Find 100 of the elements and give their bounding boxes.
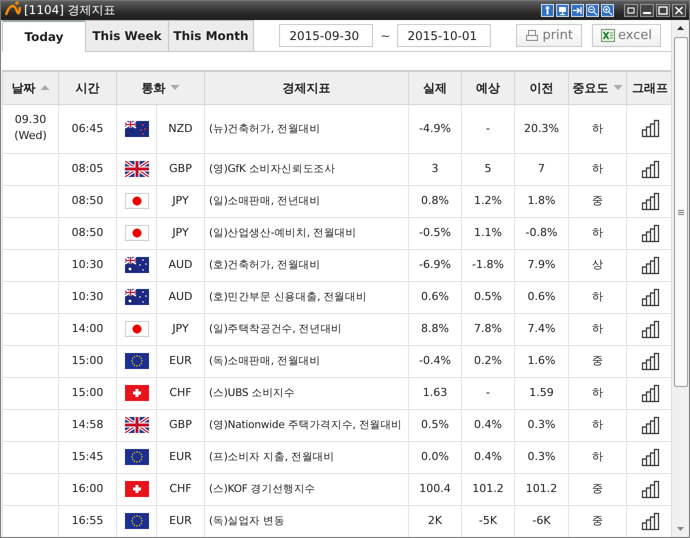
column-header[interactable]: 시간 <box>76 80 100 95</box>
excel-button[interactable]: excel <box>592 24 661 47</box>
tab[interactable]: This Week <box>85 20 169 52</box>
indicator-name: (일)주택착공건수, 전년대비 <box>209 322 342 336</box>
actual-value: -4.9% <box>419 122 451 136</box>
forecast-value: 1.2% <box>474 194 502 208</box>
bar-chart-icon[interactable] <box>640 512 660 530</box>
indicator-name: (호)민간부문 신용대출, 전월대비 <box>209 290 367 304</box>
currency-cell: EUR <box>169 514 192 528</box>
indicator-name: (스)KOF 경기선행지수 <box>209 482 316 496</box>
forecast-value: 7.8% <box>474 322 502 336</box>
actual-value: 100.4 <box>419 482 451 496</box>
actual-value: 2K <box>428 514 442 528</box>
importance-level: 중 <box>592 354 603 368</box>
forecast-value: 0.4% <box>474 450 502 464</box>
previous-value: 0.3% <box>528 450 556 464</box>
indicator-name: (독)실업자 변동 <box>209 514 285 528</box>
currency-cell: GBP <box>169 418 192 432</box>
bar-chart-icon[interactable] <box>640 224 660 242</box>
bar-chart-icon[interactable] <box>640 416 660 434</box>
app-logo-icon <box>4 1 21 17</box>
bar-chart-icon[interactable] <box>640 288 660 306</box>
previous-value: 1.6% <box>528 354 556 368</box>
currency-cell: GBP <box>169 162 192 176</box>
previous-value: 0.6% <box>528 290 556 304</box>
time-cell: 15:00 <box>72 386 104 400</box>
previous-value: -6K <box>532 514 551 528</box>
date-field[interactable]: 2015-09-30 <box>279 24 374 47</box>
importance-level: 중 <box>592 514 603 528</box>
forecast-value: 1.1% <box>474 226 502 240</box>
zoom-out-icon[interactable] <box>586 4 599 17</box>
close-icon[interactable] <box>672 4 686 17</box>
currency-cell: CHF <box>169 482 192 496</box>
currency-cell: JPY <box>172 226 189 240</box>
indicator-name: (영)Nationwide 주택가격지수, 전월대비 <box>209 418 402 432</box>
currency-cell: JPY <box>172 322 189 336</box>
scrollbar-thumb[interactable] <box>674 37 688 387</box>
bar-chart-icon[interactable] <box>640 320 660 338</box>
print-button[interactable]: print <box>516 24 582 47</box>
importance-level: 하 <box>592 450 603 464</box>
indicator-name: (뉴)건축허가, 전월대비 <box>209 122 320 136</box>
range-separator: ~ <box>380 28 390 42</box>
grip-icon <box>676 210 684 214</box>
bar-chart-icon[interactable] <box>640 480 660 498</box>
indicator-name: (일)산업생산-예비치, 전월대비 <box>209 226 356 240</box>
importance-level: 하 <box>592 418 603 432</box>
time-cell: 16:55 <box>72 514 104 528</box>
forecast-value: - <box>486 122 490 136</box>
minimize-icon[interactable] <box>640 4 654 17</box>
scroll-down-icon <box>676 526 685 532</box>
spreadsheet-icon <box>601 29 615 42</box>
monitor-icon[interactable] <box>556 4 569 17</box>
time-cell: 10:30 <box>72 258 104 272</box>
actual-value: -0.5% <box>419 226 451 240</box>
actual-value: 3 <box>432 162 438 176</box>
info-icon[interactable] <box>541 4 554 17</box>
tab[interactable]: Today <box>2 20 86 52</box>
time-cell: 16:00 <box>72 482 104 496</box>
time-cell: 14:00 <box>72 322 104 336</box>
currency-cell: EUR <box>169 354 192 368</box>
importance-level: 하 <box>592 386 603 400</box>
actual-value: 1.63 <box>422 386 448 400</box>
zoom-in-icon[interactable] <box>601 4 614 17</box>
currency-cell: AUD <box>168 290 193 304</box>
indicator-name: (일)소매판매, 전년대비 <box>209 194 320 208</box>
bar-chart-icon[interactable] <box>640 352 660 370</box>
bar-chart-icon[interactable] <box>640 448 660 466</box>
actual-value: 0.5% <box>421 418 449 432</box>
date-field[interactable]: 2015-10-01 <box>397 24 492 47</box>
maximize-icon[interactable] <box>656 4 670 17</box>
importance-level: 하 <box>592 226 603 240</box>
time-cell: 14:58 <box>72 418 104 432</box>
importance-level: 하 <box>592 290 603 304</box>
previous-value: 20.3% <box>524 122 559 136</box>
bar-chart-icon[interactable] <box>640 160 660 178</box>
window-title: [1104] 경제지표 <box>24 2 117 19</box>
actual-value: -0.4% <box>419 354 451 368</box>
forecast-value: 5 <box>484 162 492 176</box>
previous-value: 1.8% <box>528 194 556 208</box>
actual-value: 8.8% <box>421 322 449 336</box>
previous-value: 7 <box>538 162 545 176</box>
importance-level: 하 <box>592 122 603 136</box>
importance-level: 하 <box>592 322 603 336</box>
actual-value: 0.0% <box>421 450 449 464</box>
currency-cell: JPY <box>172 194 189 208</box>
bar-chart-icon[interactable] <box>640 384 660 402</box>
time-cell: 08:50 <box>72 194 104 208</box>
column-header[interactable]: 통화 <box>142 80 180 95</box>
bar-chart-icon[interactable] <box>640 119 660 138</box>
bar-chart-icon[interactable] <box>640 192 660 210</box>
bar-chart-icon[interactable] <box>640 256 660 274</box>
restore-icon[interactable] <box>624 4 638 17</box>
forecast-value: -5K <box>478 514 498 528</box>
actual-value: -6.9% <box>419 258 451 272</box>
previous-value: 7.4% <box>528 322 556 336</box>
actual-value: 0.8% <box>421 194 449 208</box>
tab[interactable]: This Month <box>168 20 254 52</box>
column-header[interactable]: 경제지표 <box>282 80 330 95</box>
printer-icon <box>525 29 540 42</box>
forecast-value: 0.5% <box>474 290 502 304</box>
